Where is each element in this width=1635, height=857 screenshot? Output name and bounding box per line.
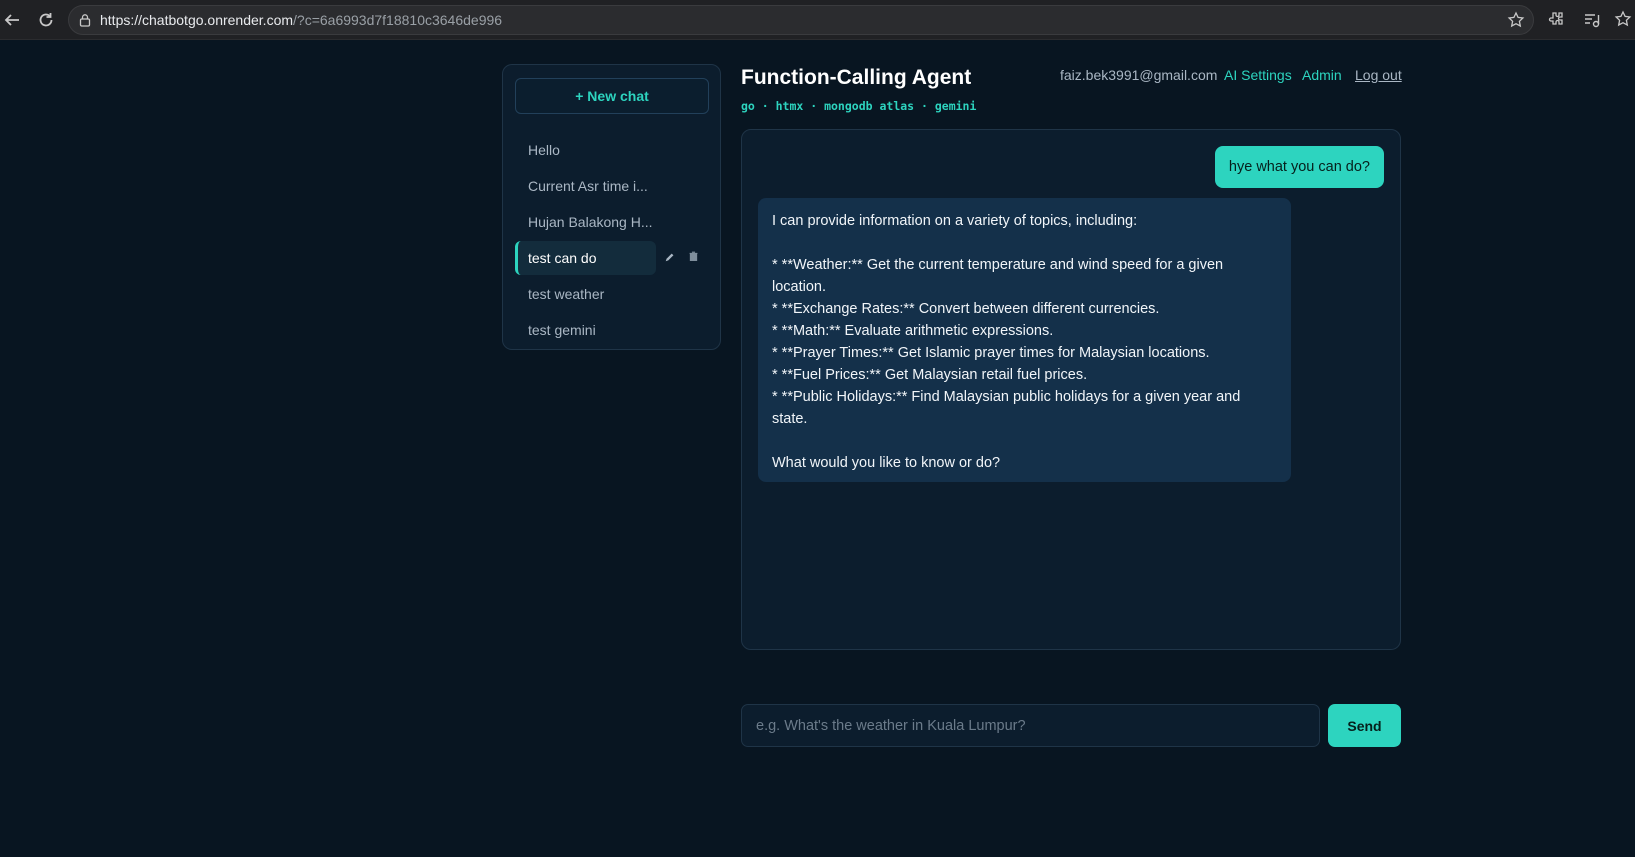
url-text[interactable]: https://chatbotgo.onrender.com/?c=6a6993… <box>100 12 502 28</box>
admin-link[interactable]: Admin <box>1302 67 1342 83</box>
chat-item-hello[interactable]: Hello <box>515 133 656 167</box>
user-message-bubble: hye what you can do? <box>1214 146 1384 188</box>
bookmark-star-icon[interactable] <box>1507 11 1525 29</box>
tech-stack-subtitle: go · htmx · mongodb atlas · gemini <box>741 99 977 113</box>
favorites-icon[interactable] <box>1614 10 1634 30</box>
chat-item-test-can-do[interactable]: test can do <box>515 241 656 275</box>
chat-sidebar: + New chat Hello Current Asr time i... H… <box>502 64 721 350</box>
extensions-icon[interactable] <box>1546 10 1566 30</box>
chat-messages-panel[interactable]: hye what you can do? I can provide infor… <box>741 129 1401 650</box>
chat-item-test-gemini[interactable]: test gemini <box>515 313 656 347</box>
send-button[interactable]: Send <box>1328 704 1401 747</box>
browser-toolbar: https://chatbotgo.onrender.com/?c=6a6993… <box>0 0 1635 40</box>
page-title: Function-Calling Agent <box>741 66 972 89</box>
reload-icon[interactable] <box>34 8 58 32</box>
ai-settings-link[interactable]: AI Settings <box>1224 67 1292 83</box>
new-chat-button[interactable]: + New chat <box>515 78 709 114</box>
address-bar[interactable]: https://chatbotgo.onrender.com/?c=6a6993… <box>68 5 1534 35</box>
chat-item-hujan-balakong[interactable]: Hujan Balakong H... <box>515 205 656 239</box>
user-email: faiz.bek3991@gmail.com <box>1060 67 1218 83</box>
assistant-message-bubble: I can provide information on a variety o… <box>758 198 1291 482</box>
back-arrow-icon[interactable] <box>0 8 24 32</box>
message-input[interactable] <box>741 704 1320 747</box>
logout-link[interactable]: Log out <box>1355 67 1402 83</box>
pencil-icon[interactable] <box>663 251 677 265</box>
chat-item-test-weather[interactable]: test weather <box>515 277 656 311</box>
lock-icon[interactable] <box>78 13 92 27</box>
media-control-icon[interactable] <box>1582 10 1602 30</box>
trash-icon[interactable] <box>686 251 700 265</box>
url-query: /?c=6a6993d7f18810c3646de996 <box>293 12 503 28</box>
chat-item-asr-time[interactable]: Current Asr time i... <box>515 169 656 203</box>
url-domain: https://chatbotgo.onrender.com <box>100 12 294 28</box>
